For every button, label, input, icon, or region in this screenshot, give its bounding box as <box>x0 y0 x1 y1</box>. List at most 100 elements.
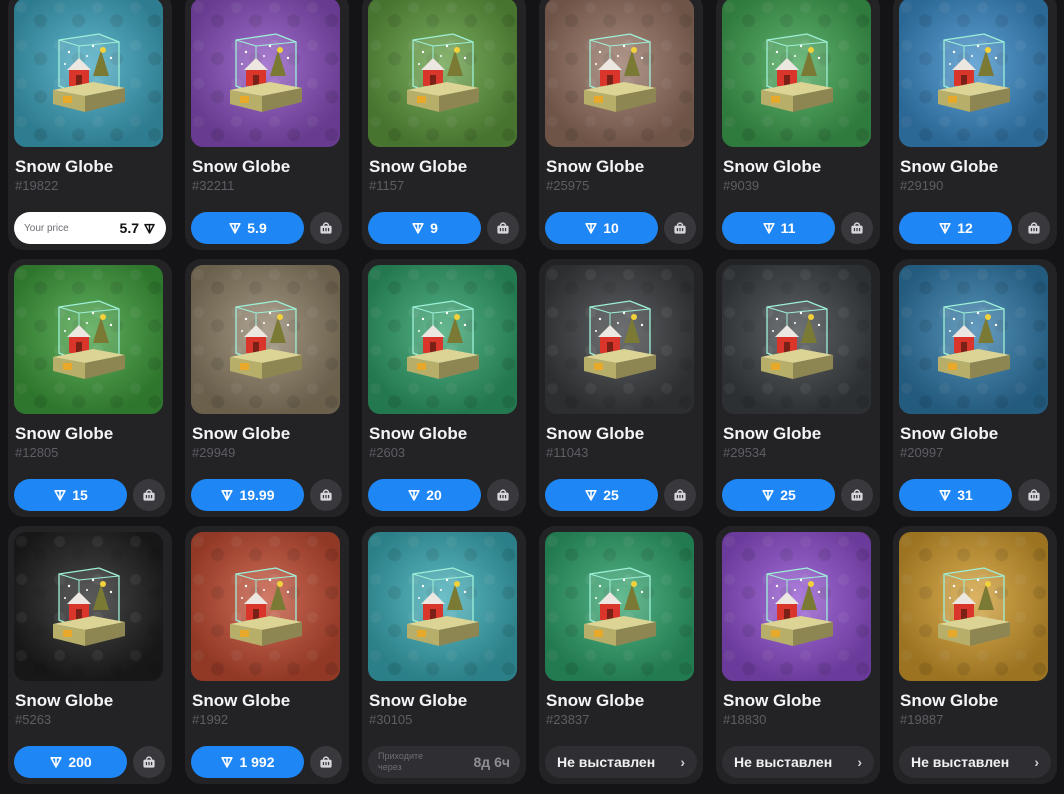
add-to-cart-button[interactable] <box>133 479 165 511</box>
not-listed-button[interactable]: Не выставлен › <box>722 746 874 778</box>
gift-image[interactable] <box>14 265 163 414</box>
your-price-value: 5.7 <box>119 220 139 236</box>
gift-card[interactable]: Snow Globe #25975 10 <box>539 0 703 250</box>
add-to-cart-button[interactable] <box>664 479 696 511</box>
snow-globe-icon <box>49 562 129 650</box>
buy-button[interactable]: 31 <box>899 479 1012 511</box>
gift-image[interactable] <box>722 0 871 147</box>
cart-icon <box>141 754 157 770</box>
add-to-cart-button[interactable] <box>841 212 873 244</box>
add-to-cart-button[interactable] <box>133 746 165 778</box>
buy-button[interactable]: 15 <box>14 479 127 511</box>
gift-number: #29190 <box>900 178 944 193</box>
gift-number: #29949 <box>192 445 236 460</box>
gift-image[interactable] <box>899 532 1048 681</box>
add-to-cart-button[interactable] <box>1018 212 1050 244</box>
buy-button[interactable]: 10 <box>545 212 658 244</box>
countdown-value: 8д 6ч <box>473 754 510 770</box>
price-label: 31 <box>957 487 973 503</box>
gift-card[interactable]: Snow Globe #23837 Не выставлен › <box>539 526 703 784</box>
add-to-cart-button[interactable] <box>1018 479 1050 511</box>
buy-button[interactable]: 9 <box>368 212 481 244</box>
gift-card[interactable]: Snow Globe #1992 1 992 <box>185 526 349 784</box>
buy-button[interactable]: 5.9 <box>191 212 304 244</box>
gift-title: Snow Globe <box>723 691 822 710</box>
gift-card[interactable]: Snow Globe #18830 Не выставлен › <box>716 526 880 784</box>
gift-number: #23837 <box>546 712 590 727</box>
gift-image[interactable] <box>368 0 517 147</box>
gift-image[interactable] <box>722 265 871 414</box>
add-to-cart-button[interactable] <box>841 479 873 511</box>
add-to-cart-button[interactable] <box>310 212 342 244</box>
snow-globe-icon <box>49 28 129 116</box>
gift-image[interactable] <box>368 532 517 681</box>
gift-image[interactable] <box>191 265 340 414</box>
ton-icon <box>228 221 242 235</box>
gift-card[interactable]: Snow Globe #30105 Приходите через 8д 6ч <box>362 526 526 784</box>
card-actions: Не выставлен › <box>899 746 1051 778</box>
gift-title: Snow Globe <box>900 424 999 443</box>
ton-icon <box>407 488 421 502</box>
gift-number: #32211 <box>192 178 235 193</box>
add-to-cart-button[interactable] <box>310 746 342 778</box>
gift-card[interactable]: Snow Globe #12805 15 <box>8 259 172 517</box>
gift-image[interactable] <box>14 0 163 147</box>
gift-card[interactable]: Snow Globe #29949 19.99 <box>185 259 349 517</box>
gift-image[interactable] <box>545 0 694 147</box>
cart-icon <box>672 220 688 236</box>
gift-image[interactable] <box>14 532 163 681</box>
gift-number: #18830 <box>723 712 767 727</box>
snow-globe-icon <box>757 28 837 116</box>
buy-button[interactable]: 1 992 <box>191 746 304 778</box>
add-to-cart-button[interactable] <box>487 479 519 511</box>
buy-button[interactable]: 11 <box>722 212 835 244</box>
buy-button[interactable]: 25 <box>545 479 658 511</box>
price-label: 25 <box>603 487 619 503</box>
price-label: 5.9 <box>247 220 267 236</box>
gift-card[interactable]: Snow Globe #1157 9 <box>362 0 526 250</box>
gift-image[interactable] <box>191 532 340 681</box>
add-to-cart-button[interactable] <box>664 212 696 244</box>
gift-image[interactable] <box>545 265 694 414</box>
card-actions: 5.9 <box>191 212 343 244</box>
gift-image[interactable] <box>191 0 340 147</box>
not-listed-button[interactable]: Не выставлен › <box>899 746 1051 778</box>
chevron-right-icon: › <box>680 754 685 770</box>
gift-card[interactable]: Snow Globe #20997 31 <box>893 259 1057 517</box>
snow-globe-icon <box>580 28 660 116</box>
add-to-cart-button[interactable] <box>310 479 342 511</box>
snow-globe-icon <box>226 295 306 383</box>
gift-title: Snow Globe <box>723 157 822 176</box>
buy-button[interactable]: 20 <box>368 479 481 511</box>
gift-card[interactable]: Snow Globe #19887 Не выставлен › <box>893 526 1057 784</box>
not-listed-button[interactable]: Не выставлен › <box>545 746 697 778</box>
gift-card[interactable]: Snow Globe #19822 Your price 5.7 <box>8 0 172 250</box>
buy-button[interactable]: 200 <box>14 746 127 778</box>
gift-card[interactable]: Snow Globe #32211 5.9 <box>185 0 349 250</box>
gift-card[interactable]: Snow Globe #5263 200 <box>8 526 172 784</box>
gift-grid: Snow Globe #19822 Your price 5.7 Snow Globe #… <box>8 0 1057 784</box>
card-actions: Не выставлен › <box>722 746 874 778</box>
snow-globe-icon <box>226 562 306 650</box>
card-actions: 15 <box>14 479 166 511</box>
add-to-cart-button[interactable] <box>487 212 519 244</box>
gift-card[interactable]: Snow Globe #29190 12 <box>893 0 1057 250</box>
ton-icon <box>584 221 598 235</box>
buy-button[interactable]: 25 <box>722 479 835 511</box>
gift-card[interactable]: Snow Globe #11043 25 <box>539 259 703 517</box>
gift-title: Snow Globe <box>192 691 291 710</box>
card-actions: Приходите через 8д 6ч <box>368 746 520 778</box>
gift-image[interactable] <box>899 265 1048 414</box>
buy-button[interactable]: 12 <box>899 212 1012 244</box>
gift-card[interactable]: Snow Globe #29534 25 <box>716 259 880 517</box>
gift-image[interactable] <box>722 532 871 681</box>
snow-globe-icon <box>934 28 1014 116</box>
gift-image[interactable] <box>899 0 1048 147</box>
cart-icon <box>141 487 157 503</box>
gift-card[interactable]: Snow Globe #2603 20 <box>362 259 526 517</box>
gift-image[interactable] <box>545 532 694 681</box>
your-price-pill[interactable]: Your price 5.7 <box>14 212 166 244</box>
buy-button[interactable]: 19.99 <box>191 479 304 511</box>
gift-card[interactable]: Snow Globe #9039 11 <box>716 0 880 250</box>
gift-image[interactable] <box>368 265 517 414</box>
